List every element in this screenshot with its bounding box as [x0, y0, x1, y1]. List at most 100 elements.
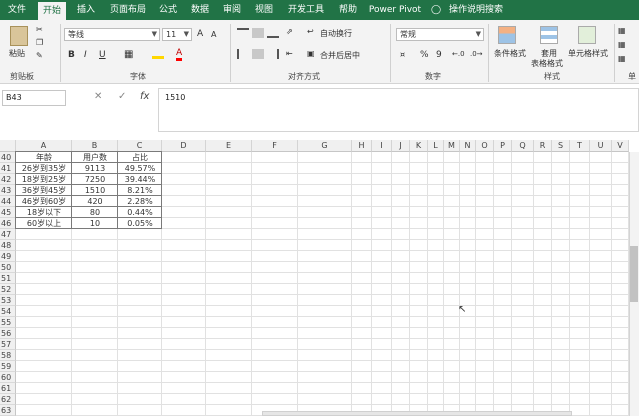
enter-icon[interactable]: ✓ [118, 91, 126, 102]
tab-power-pivot[interactable]: Power Pivot [368, 0, 422, 20]
format-painter-icon[interactable]: ✎ [36, 51, 43, 60]
row-header-44[interactable]: 44 [0, 196, 16, 207]
tab-data[interactable]: 数据 [186, 0, 214, 20]
number-format-combo[interactable]: 常规 ▼ [396, 28, 484, 41]
column-header-f[interactable]: F [252, 140, 298, 152]
column-header-t[interactable]: T [570, 140, 590, 152]
table-format-line2[interactable]: 表格格式 [531, 58, 563, 69]
wrap-text-icon[interactable]: ↩ [307, 27, 314, 36]
align-top-icon[interactable] [237, 28, 249, 38]
tab-review[interactable]: 审阅 [218, 0, 246, 20]
copy-icon[interactable]: ❐ [36, 38, 43, 47]
row-header-52[interactable]: 52 [0, 284, 16, 295]
horizontal-scrollbar[interactable] [262, 411, 572, 416]
column-header-o[interactable]: O [476, 140, 494, 152]
column-header-q[interactable]: Q [512, 140, 534, 152]
font-name-combo[interactable]: 等线 ▼ [64, 28, 160, 41]
decrease-decimal-icon[interactable]: .0→ [470, 50, 483, 58]
row-header-54[interactable]: 54 [0, 306, 16, 317]
font-size-combo[interactable]: 11 ▼ [162, 28, 192, 41]
column-header-h[interactable]: H [352, 140, 372, 152]
row-header-47[interactable]: 47 [0, 229, 16, 240]
row-header-46[interactable]: 46 [0, 218, 16, 229]
row-header-43[interactable]: 43 [0, 185, 16, 196]
insert-function-button[interactable]: fx [140, 91, 149, 102]
row-header-62[interactable]: 62 [0, 394, 16, 405]
comma-button[interactable]: 9 [436, 50, 442, 60]
row-header-49[interactable]: 49 [0, 251, 16, 262]
row-header-41[interactable]: 41 [0, 163, 16, 174]
row-header-50[interactable]: 50 [0, 262, 16, 273]
column-header-l[interactable]: L [428, 140, 444, 152]
insert-cells-icon[interactable]: ▦ [618, 26, 626, 35]
conditional-format-button[interactable]: 条件格式 [494, 48, 526, 59]
column-header-r[interactable]: R [534, 140, 552, 152]
tab-page-layout[interactable]: 页面布局 [106, 0, 150, 20]
align-left-icon[interactable] [237, 49, 249, 59]
wrap-text-button[interactable]: 自动换行 [320, 28, 352, 39]
column-header-s[interactable]: S [552, 140, 570, 152]
column-header-d[interactable]: D [162, 140, 206, 152]
font-color-button[interactable]: A [176, 48, 183, 61]
row-header-48[interactable]: 48 [0, 240, 16, 251]
tab-home[interactable]: 开始 [38, 2, 66, 20]
cell-styles-button[interactable]: 单元格样式 [568, 48, 608, 59]
merge-icon[interactable]: ▣ [307, 49, 315, 58]
currency-icon[interactable]: ¤ [400, 50, 405, 59]
percent-button[interactable]: % [420, 50, 429, 60]
tab-insert[interactable]: 插入 [72, 0, 100, 20]
tab-file[interactable]: 文件 [4, 0, 30, 20]
row-header-56[interactable]: 56 [0, 328, 16, 339]
column-header-i[interactable]: I [372, 140, 392, 152]
underline-button[interactable]: U [99, 50, 106, 60]
row-header-57[interactable]: 57 [0, 339, 16, 350]
column-header-g[interactable]: G [298, 140, 352, 152]
column-header-e[interactable]: E [206, 140, 252, 152]
row-header-45[interactable]: 45 [0, 207, 16, 218]
formula-input[interactable]: 1510 [158, 88, 639, 132]
column-header-u[interactable]: U [590, 140, 612, 152]
vertical-scroll-thumb[interactable] [630, 246, 638, 302]
fill-color-icon[interactable] [152, 49, 164, 59]
italic-button[interactable]: I [84, 50, 87, 60]
column-header-n[interactable]: N [460, 140, 476, 152]
border-icon[interactable]: ▦ [124, 49, 133, 60]
indent-icon[interactable]: ⇤ [286, 49, 293, 58]
tell-me-search[interactable]: 操作说明搜索 [446, 0, 506, 20]
orientation-icon[interactable]: ⇗ [286, 27, 293, 36]
row-header-58[interactable]: 58 [0, 350, 16, 361]
increase-decimal-icon[interactable]: ←.0 [452, 50, 465, 58]
merge-center-button[interactable]: 合并后居中 [320, 50, 360, 61]
shrink-font-button[interactable]: A [211, 30, 216, 39]
row-header-60[interactable]: 60 [0, 372, 16, 383]
cancel-icon[interactable]: ✕ [94, 91, 102, 102]
column-header-v[interactable]: V [612, 140, 629, 152]
row-header-63[interactable]: 63 [0, 405, 16, 416]
align-right-icon[interactable] [267, 49, 279, 59]
grow-font-button[interactable]: A [197, 29, 203, 39]
select-all-corner[interactable] [0, 140, 16, 152]
row-header-55[interactable]: 55 [0, 317, 16, 328]
align-center-icon[interactable] [252, 49, 264, 59]
row-header-59[interactable]: 59 [0, 361, 16, 372]
column-header-k[interactable]: K [410, 140, 428, 152]
row-header-42[interactable]: 42 [0, 174, 16, 185]
cut-icon[interactable]: ✂ [36, 25, 43, 34]
row-header-61[interactable]: 61 [0, 383, 16, 394]
format-cells-icon[interactable]: ▦ [618, 54, 626, 63]
align-bottom-icon[interactable] [267, 28, 279, 38]
name-box[interactable]: B43 [2, 90, 66, 106]
column-header-j[interactable]: J [392, 140, 410, 152]
align-middle-icon[interactable] [252, 28, 264, 38]
tab-view[interactable]: 视图 [250, 0, 278, 20]
tab-formulas[interactable]: 公式 [154, 0, 182, 20]
row-header-53[interactable]: 53 [0, 295, 16, 306]
tab-developer[interactable]: 开发工具 [284, 0, 328, 20]
bold-button[interactable]: B [68, 50, 75, 60]
delete-cells-icon[interactable]: ▦ [618, 40, 626, 49]
column-header-p[interactable]: P [494, 140, 512, 152]
paste-button[interactable]: 粘贴 [9, 48, 25, 59]
row-header-40[interactable]: 40 [0, 152, 16, 163]
tab-help[interactable]: 帮助 [334, 0, 362, 20]
row-header-51[interactable]: 51 [0, 273, 16, 284]
